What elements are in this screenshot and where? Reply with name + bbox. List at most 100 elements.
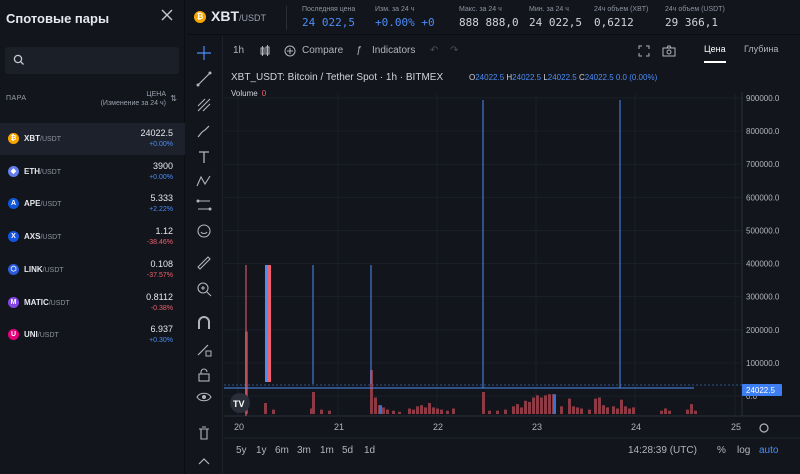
- zoom-in-icon[interactable]: [195, 280, 213, 298]
- pattern-icon[interactable]: [195, 172, 213, 190]
- pair-row-ape[interactable]: A APE/USDT 5.333 +2.22%: [0, 188, 185, 220]
- fib-tool-icon[interactable]: [195, 96, 213, 114]
- pair-price: 1.12: [155, 226, 173, 237]
- pair-change: +0.30%: [149, 337, 173, 345]
- chevron-up-icon[interactable]: [195, 452, 213, 470]
- volume-bar: [488, 410, 491, 414]
- uni-coin-icon: U: [8, 329, 19, 341]
- pair-symbol: APE/USDT: [24, 199, 61, 208]
- pair-row-axs[interactable]: X AXS/USDT 1.12 -38.46%: [0, 221, 185, 253]
- sort-icon[interactable]: ⇅: [170, 94, 177, 103]
- price-tick-label: 400000.0: [746, 260, 780, 269]
- volume-bar: [408, 408, 411, 414]
- auto-toggle[interactable]: auto: [759, 445, 778, 456]
- volume-bar: [512, 406, 515, 414]
- close-icon[interactable]: [160, 8, 174, 22]
- add-compare-icon[interactable]: [284, 45, 296, 57]
- tab-depth[interactable]: Глубина: [744, 44, 778, 54]
- timeframe-5y[interactable]: 5y: [236, 445, 247, 456]
- volume-bar: [598, 397, 601, 414]
- pair-row-xbt[interactable]: ₿ XBT/USDT 24022.5 +0.00%: [0, 123, 185, 155]
- volume-bar: [580, 408, 583, 414]
- pair-change: +0.00%: [149, 141, 173, 148]
- volume-bar: [398, 411, 401, 414]
- volume-bar: [516, 404, 519, 414]
- compare-button[interactable]: Compare: [302, 45, 343, 56]
- pair-row-link[interactable]: ⬡ LINK/USDT 0.108 -37.57%: [0, 254, 185, 286]
- link-coin-icon: ⬡: [8, 263, 19, 275]
- text-icon[interactable]: [195, 148, 213, 166]
- crosshair-icon[interactable]: [195, 44, 213, 62]
- volume-bar: [553, 394, 556, 414]
- indicators-button[interactable]: Indicators: [372, 45, 415, 56]
- bitcoin-icon: ₿: [194, 11, 206, 23]
- time-tick-label: 21: [334, 422, 344, 432]
- stay-drawing-icon[interactable]: [195, 340, 213, 358]
- pair-quote: /USDT: [40, 201, 62, 209]
- magnet-icon[interactable]: [195, 314, 213, 332]
- pair-row-eth[interactable]: ◆ ETH/USDT 3900 +0.00%: [0, 156, 185, 188]
- volume-bar: [320, 409, 323, 414]
- volume-bar: [572, 406, 575, 414]
- timeframe-5d[interactable]: 5d: [342, 445, 353, 456]
- search-input[interactable]: [5, 47, 179, 74]
- tab-price[interactable]: Цена: [704, 44, 726, 63]
- stat-value: 29 366,1: [665, 16, 718, 29]
- change-header-label: (Изменение за 24 ч): [100, 100, 166, 107]
- pair-base: ETH: [24, 166, 40, 176]
- timeframe-1d[interactable]: 1d: [364, 445, 375, 456]
- price-column-header[interactable]: ЦЕНА (Изменение за 24 ч): [101, 90, 166, 108]
- percent-toggle[interactable]: %: [717, 445, 726, 456]
- brush-icon[interactable]: [195, 122, 213, 140]
- timeframe-1m[interactable]: 1m: [320, 445, 334, 456]
- pair-base: MATIC: [24, 297, 49, 307]
- fullscreen-icon[interactable]: [638, 45, 650, 57]
- volume-bar: [440, 409, 443, 414]
- emoji-icon[interactable]: [195, 222, 213, 240]
- stat-value: 888 888,0: [459, 16, 519, 29]
- pair-quote: /USDT: [37, 332, 59, 340]
- log-toggle[interactable]: log: [737, 445, 750, 456]
- volume-bar: [632, 407, 635, 414]
- stat-1: Изм. за 24 ч +0.00% +0: [375, 6, 435, 29]
- trash-icon[interactable]: [195, 424, 213, 442]
- volume-bar: [504, 409, 507, 414]
- time-display: 14:28:39 (UTC): [628, 445, 697, 456]
- chart-area[interactable]: 900000.0 800000.0 700000.0 600000.0 500000.0…: [224, 36, 800, 474]
- timeframe-1y[interactable]: 1y: [256, 445, 267, 456]
- timeframe-6m[interactable]: 6m: [275, 445, 289, 456]
- volume-bar: [602, 405, 605, 414]
- volume-bar: [628, 408, 631, 414]
- stat-4: 24ч объем (XBT) 0,6212: [594, 6, 648, 29]
- prediction-icon[interactable]: [195, 196, 213, 214]
- price-tick-label: 200000.0: [746, 326, 780, 335]
- pair-row-uni[interactable]: U UNI/USDT 6.937 +0.30%: [0, 319, 185, 351]
- volume-bar: [548, 394, 551, 414]
- interval-button[interactable]: 1h: [233, 45, 244, 56]
- pair-symbol: AXS/USDT: [24, 232, 61, 241]
- stat-value: 24 022,5: [302, 16, 355, 29]
- stat-label: 24ч объем (XBT): [594, 6, 649, 13]
- screenshot-icon[interactable]: [662, 45, 676, 57]
- volume-bar: [272, 409, 275, 414]
- undo-icon[interactable]: ↶: [430, 45, 438, 56]
- redo-icon[interactable]: ↷: [450, 45, 458, 56]
- volume-bar: [532, 397, 535, 414]
- volume-bar: [496, 410, 499, 414]
- volume-bar: [686, 409, 689, 414]
- price-chart[interactable]: 900000.0 800000.0 700000.0 600000.0 500000.0…: [224, 36, 800, 474]
- timeframe-3m[interactable]: 3m: [297, 445, 311, 456]
- pair-price: 3900: [152, 160, 173, 171]
- pair-row-matic[interactable]: M MATIC/USDT 0.8112 -0.38%: [0, 287, 185, 319]
- lock-icon[interactable]: [195, 366, 213, 384]
- ruler-icon[interactable]: [195, 254, 213, 272]
- stat-2: Макс. за 24 ч 888 888,0: [459, 6, 519, 29]
- price-tick-label: 800000.0: [746, 127, 780, 136]
- trend-line-icon[interactable]: [195, 70, 213, 88]
- pair-quote: /USDT: [42, 266, 64, 274]
- eye-icon[interactable]: [195, 388, 213, 406]
- stat-value: 0,6212: [594, 16, 634, 29]
- pair-price: 0.8112: [146, 291, 173, 302]
- indicators-icon[interactable]: ƒ: [356, 45, 362, 56]
- candlestick-icon[interactable]: [259, 45, 271, 57]
